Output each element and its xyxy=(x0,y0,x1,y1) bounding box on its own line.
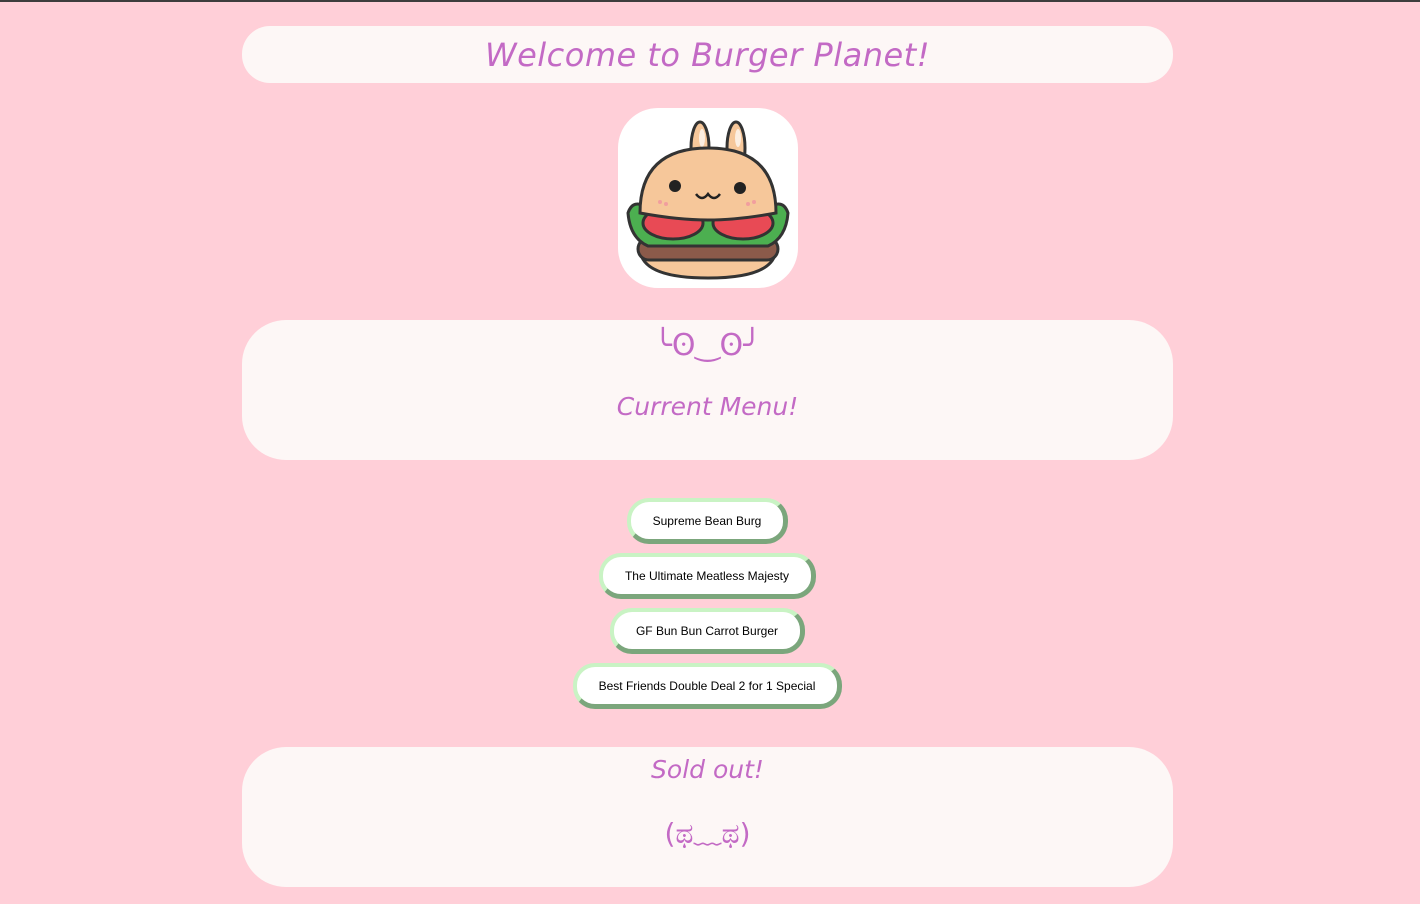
logo xyxy=(618,108,798,288)
menu-item-best-friends-double-deal[interactable]: Best Friends Double Deal 2 for 1 Special xyxy=(572,663,843,709)
happy-kaomoji: ╰ʘ‿ʘ╯ xyxy=(653,328,762,363)
sold-out-panel: Sold out! (ಥ﹏ಥ) xyxy=(242,747,1173,887)
menu-item-gf-bun-bun-carrot-burger[interactable]: GF Bun Bun Carrot Burger xyxy=(609,608,806,654)
sold-out-heading: Sold out! xyxy=(651,755,764,784)
page-title: Welcome to Burger Planet! xyxy=(484,35,931,74)
crying-kaomoji: (ಥ﹏ಥ) xyxy=(664,817,751,850)
menu-list: Supreme Bean Burg The Ultimate Meatless … xyxy=(242,498,1173,709)
menu-item-supreme-bean-burg[interactable]: Supreme Bean Burg xyxy=(626,498,789,544)
current-menu-panel: ╰ʘ‿ʘ╯ Current Menu! xyxy=(242,320,1173,460)
bunny-burger-icon xyxy=(626,120,790,280)
title-banner: Welcome to Burger Planet! xyxy=(242,26,1173,83)
menu-item-ultimate-meatless-majesty[interactable]: The Ultimate Meatless Majesty xyxy=(598,553,817,599)
current-menu-heading: Current Menu! xyxy=(616,392,799,421)
